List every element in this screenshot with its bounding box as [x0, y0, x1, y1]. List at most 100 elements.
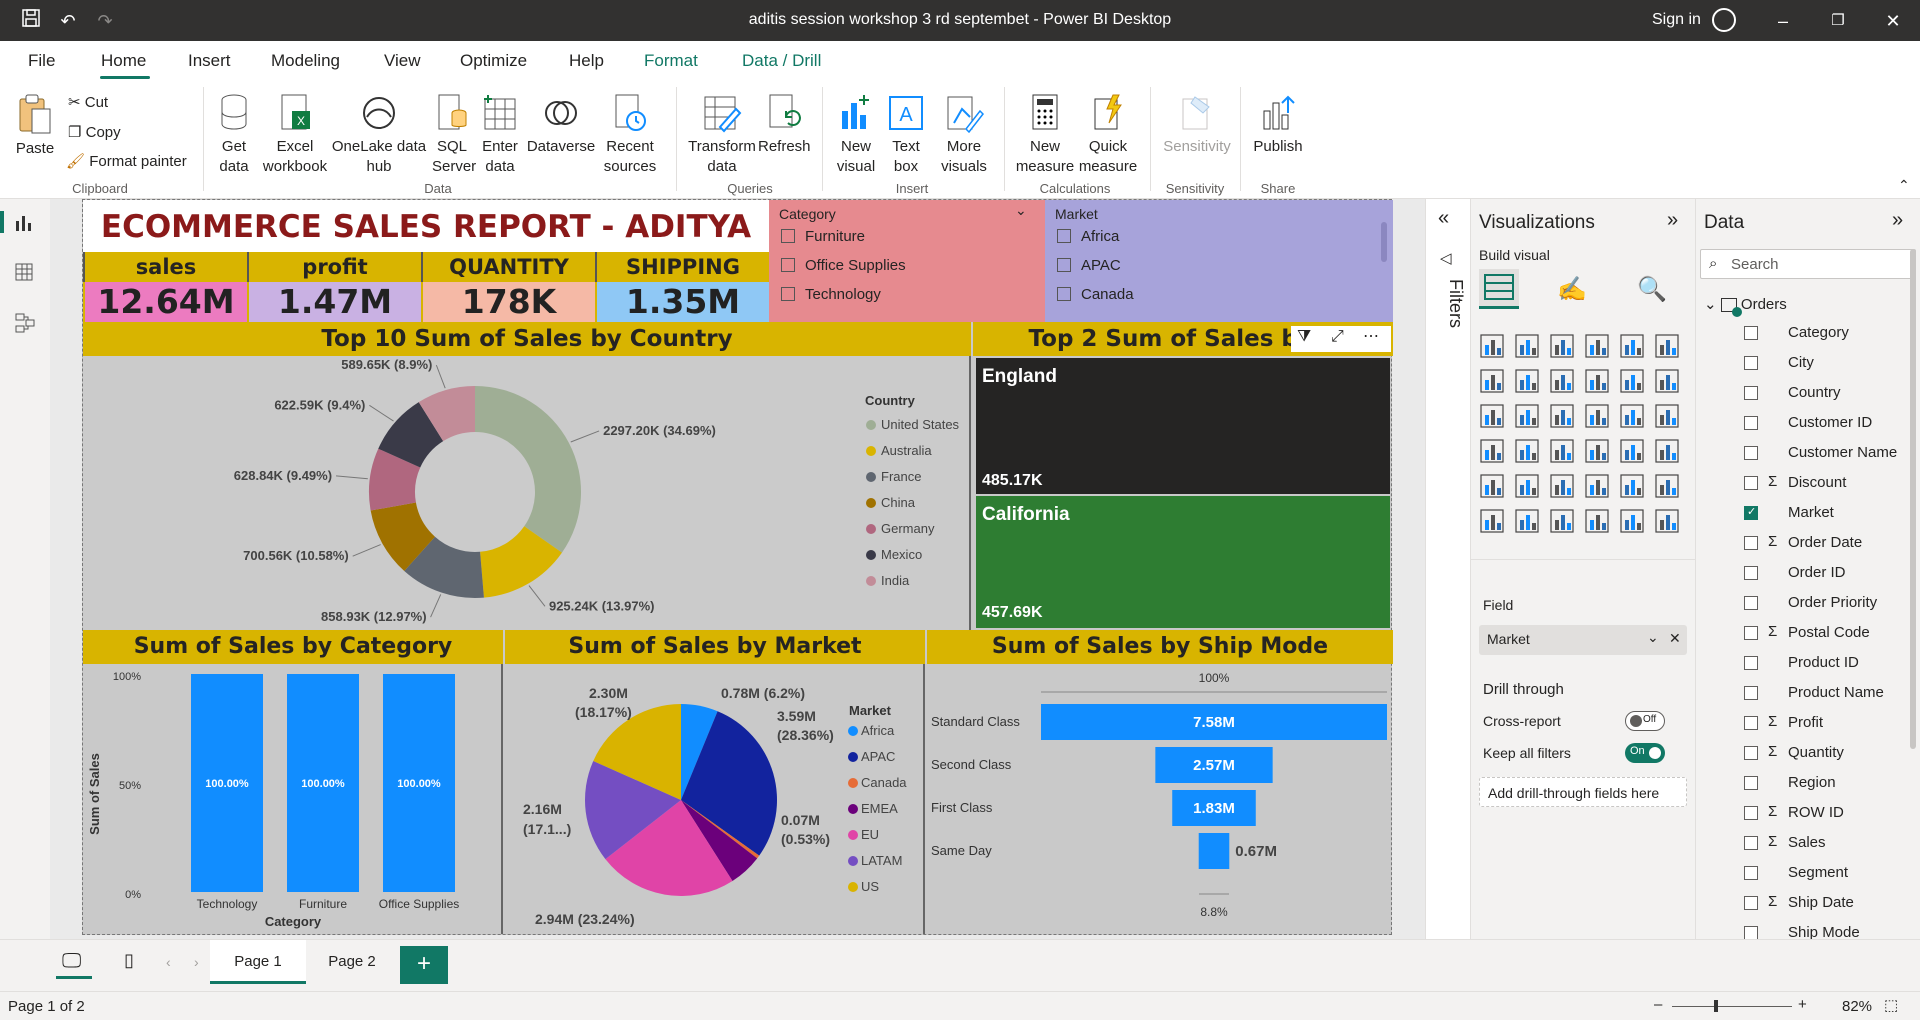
zoom-slider-thumb[interactable] [1714, 1000, 1718, 1012]
minimize-icon[interactable]: – [1770, 8, 1796, 34]
category-bar-chart[interactable]: 100% 50% 0% Sum of Sales 100.00% Technology 10… [83, 664, 503, 934]
chevron-down-icon[interactable]: ⌄ [1647, 629, 1659, 646]
kpi-value[interactable]: 1.47M [249, 282, 421, 322]
slicer-item[interactable]: Furniture [781, 228, 865, 245]
restore-icon[interactable]: ❐ [1825, 8, 1851, 34]
filter-icon[interactable]: ⧩ [1297, 328, 1311, 346]
legend-item[interactable]: Canada [861, 775, 907, 790]
visual-type-icon[interactable] [1515, 509, 1539, 533]
checkbox[interactable] [1744, 476, 1758, 490]
menu-insert[interactable]: Insert [188, 51, 231, 71]
visual-type-icon[interactable] [1515, 369, 1539, 393]
slicer-item[interactable]: Canada [1057, 286, 1134, 303]
quick-measure-button[interactable]: Quick measure [1078, 93, 1138, 177]
chevron-down-icon[interactable]: ⌄ [1015, 202, 1027, 219]
visual-type-icon[interactable] [1655, 474, 1679, 498]
zoom-in-icon[interactable]: + [1798, 996, 1807, 1013]
menu-help[interactable]: Help [569, 51, 604, 71]
sign-in-link[interactable]: Sign in [1652, 11, 1701, 29]
donut-chart[interactable]: 2297.20K (34.69%) 925.24K (13.97%) 858.93K… [83, 356, 971, 630]
checkbox[interactable] [1744, 866, 1758, 880]
menu-view[interactable]: View [384, 51, 421, 71]
slicer-item[interactable]: Office Supplies [781, 257, 906, 274]
format-painter-button[interactable]: 🖌 Format painter [66, 152, 187, 170]
menu-format[interactable]: Format [644, 51, 698, 71]
visual-type-icon[interactable] [1550, 334, 1574, 358]
category-slicer[interactable]: Category ⌄ Furniture Office Supplies Techn… [769, 200, 1045, 322]
more-visuals-button[interactable]: More visuals [938, 93, 990, 177]
legend-item[interactable]: China [881, 495, 916, 510]
dataverse-button[interactable]: Dataverse [526, 93, 596, 157]
checkbox[interactable] [1744, 596, 1758, 610]
visual-type-icon[interactable] [1585, 369, 1609, 393]
treemap-tile-england[interactable]: England 485.17K [976, 358, 1390, 494]
checkbox[interactable] [1744, 716, 1758, 730]
visual-type-icon[interactable] [1480, 509, 1504, 533]
table-view-icon[interactable] [14, 262, 34, 282]
sensitivity-button[interactable]: Sensitivity [1160, 93, 1234, 157]
checkbox[interactable] [1744, 386, 1758, 400]
zoom-slider[interactable] [1672, 1006, 1792, 1007]
field-item[interactable]: Region [1696, 769, 1920, 799]
visual-type-icon[interactable] [1620, 334, 1644, 358]
field-item[interactable]: Customer Name [1696, 439, 1920, 469]
checkbox[interactable] [781, 229, 795, 243]
get-data-button[interactable]: Get data [210, 93, 258, 177]
field-item[interactable]: Country [1696, 379, 1920, 409]
tab-page-1[interactable]: Page 1 [210, 940, 306, 984]
checkbox[interactable] [1744, 626, 1758, 640]
visual-type-icon[interactable] [1550, 404, 1574, 428]
legend-item[interactable]: Australia [881, 443, 932, 458]
drill-through-well[interactable]: Add drill-through fields here [1479, 777, 1687, 807]
legend-item[interactable]: Africa [861, 723, 895, 738]
excel-workbook-button[interactable]: X Excel workbook [260, 93, 330, 177]
checkbox[interactable] [1744, 356, 1758, 370]
field-item[interactable]: City [1696, 349, 1920, 379]
slicer-item[interactable]: Technology [781, 286, 881, 303]
checkbox[interactable] [1744, 776, 1758, 790]
visual-type-icon[interactable] [1550, 509, 1574, 533]
close-icon[interactable]: ✕ [1880, 8, 1906, 34]
menu-data-drill[interactable]: Data / Drill [742, 51, 821, 71]
more-options-icon[interactable]: ⋯ [1363, 326, 1379, 346]
report-view-icon[interactable] [14, 213, 34, 233]
checkbox[interactable] [1744, 566, 1758, 580]
visual-type-icon[interactable] [1585, 334, 1609, 358]
menu-home[interactable]: Home [101, 51, 146, 71]
checkbox[interactable] [1744, 446, 1758, 460]
kpi-value[interactable]: 1.35M [597, 282, 769, 322]
checkbox[interactable] [1744, 326, 1758, 340]
next-page-icon[interactable]: › [194, 954, 199, 970]
legend-item[interactable]: LATAM [861, 853, 902, 868]
cross-report-toggle[interactable]: Off [1625, 711, 1665, 731]
visual-type-icon[interactable] [1480, 404, 1504, 428]
checkbox[interactable] [1744, 836, 1758, 850]
legend-item[interactable]: EU [861, 827, 879, 842]
legend-item[interactable]: EMEA [861, 801, 898, 816]
field-item[interactable]: Σ Quantity [1696, 739, 1920, 769]
visual-type-icon[interactable] [1515, 439, 1539, 463]
collapse-data-pane-icon[interactable]: » [1892, 209, 1903, 232]
visual-type-icon[interactable] [1620, 474, 1644, 498]
checkbox[interactable] [1744, 536, 1758, 550]
onelake-button[interactable]: OneLake data hub [330, 93, 428, 177]
market-pie-chart[interactable]: 0.78M (6.2%) 3.59M (28.36%) 0.07M (0.53%) 2.9… [505, 664, 925, 934]
visual-type-icon[interactable] [1550, 439, 1574, 463]
menu-modeling[interactable]: Modeling [271, 51, 340, 71]
slicer-item[interactable]: Africa [1057, 228, 1119, 245]
visual-type-icon[interactable] [1655, 509, 1679, 533]
field-item[interactable]: Σ Profit [1696, 709, 1920, 739]
checkbox[interactable] [781, 287, 795, 301]
field-item[interactable]: Σ Discount [1696, 469, 1920, 499]
format-visual-icon[interactable]: ✍ [1557, 275, 1587, 304]
visual-type-icon[interactable] [1620, 439, 1644, 463]
build-visual-tab[interactable] [1479, 269, 1519, 309]
field-item[interactable]: Customer ID [1696, 409, 1920, 439]
tab-page-2[interactable]: Page 2 [306, 940, 398, 984]
field-item[interactable]: Σ ROW ID [1696, 799, 1920, 829]
visual-type-icon[interactable] [1655, 404, 1679, 428]
publish-button[interactable]: Publish [1250, 93, 1306, 157]
checkbox[interactable] [1057, 229, 1071, 243]
visual-type-icon[interactable] [1515, 334, 1539, 358]
field-item[interactable]: Σ Sales [1696, 829, 1920, 859]
